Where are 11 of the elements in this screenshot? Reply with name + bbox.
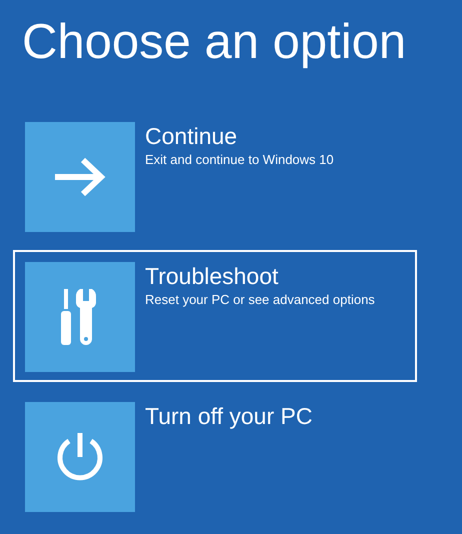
option-title: Continue — [145, 122, 238, 150]
arrow-icon — [53, 157, 107, 197]
option-description: Exit and continue to Windows 10 — [145, 151, 334, 169]
option-description: Reset your PC or see advanced options — [145, 291, 375, 309]
option-title: Troubleshoot — [145, 262, 280, 290]
option-title: Turn off your PC — [145, 402, 312, 430]
option-button[interactable]: Continue Exit and continue to Windows 10 — [13, 110, 417, 242]
option-button[interactable]: Troubleshoot Reset your PC or see advanced options — [13, 250, 417, 382]
power-icon — [55, 431, 105, 483]
page-title: Choose an option — [21, 14, 406, 71]
option-button[interactable]: Turn off your PC — [13, 390, 417, 522]
